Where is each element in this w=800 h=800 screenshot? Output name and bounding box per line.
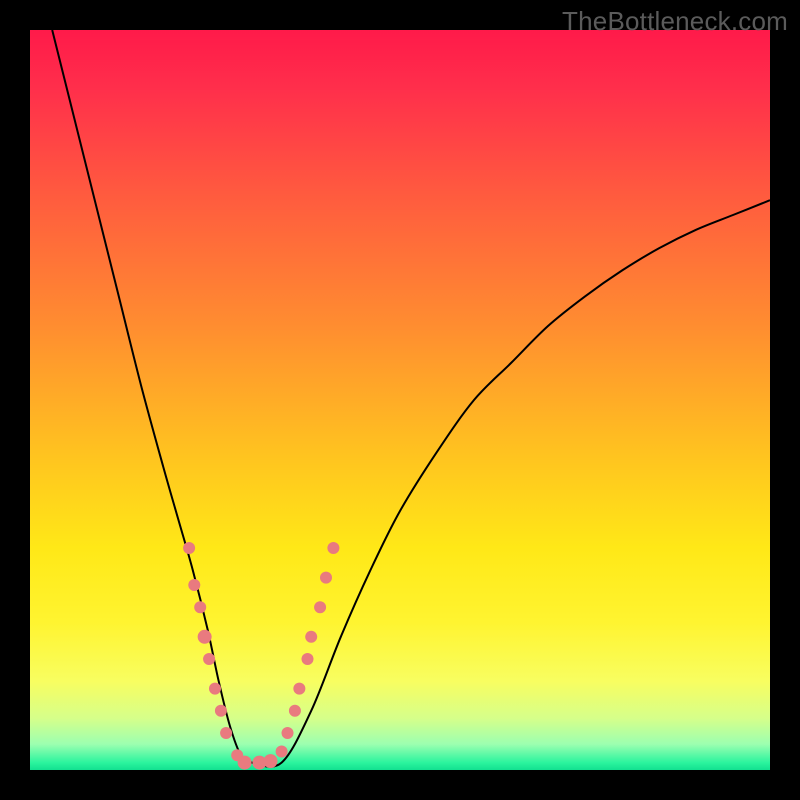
data-marker [293, 683, 305, 695]
data-marker [320, 572, 332, 584]
data-marker [282, 727, 294, 739]
data-marker [194, 601, 206, 613]
data-marker [220, 727, 232, 739]
data-marker [188, 579, 200, 591]
data-marker [183, 542, 195, 554]
data-marker [198, 630, 212, 644]
data-marker [302, 653, 314, 665]
data-marker [238, 756, 252, 770]
curve-layer [30, 30, 770, 770]
chart-frame: TheBottleneck.com [0, 0, 800, 800]
data-marker [203, 653, 215, 665]
data-marker [314, 601, 326, 613]
data-marker [305, 631, 317, 643]
data-marker [215, 705, 227, 717]
data-marker [276, 746, 288, 758]
plot-area [30, 30, 770, 770]
bottleneck-curve [52, 30, 770, 767]
data-marker [209, 683, 221, 695]
marker-group [183, 542, 339, 770]
data-marker [264, 754, 278, 768]
data-marker [327, 542, 339, 554]
data-marker [289, 705, 301, 717]
watermark-text: TheBottleneck.com [562, 6, 788, 37]
